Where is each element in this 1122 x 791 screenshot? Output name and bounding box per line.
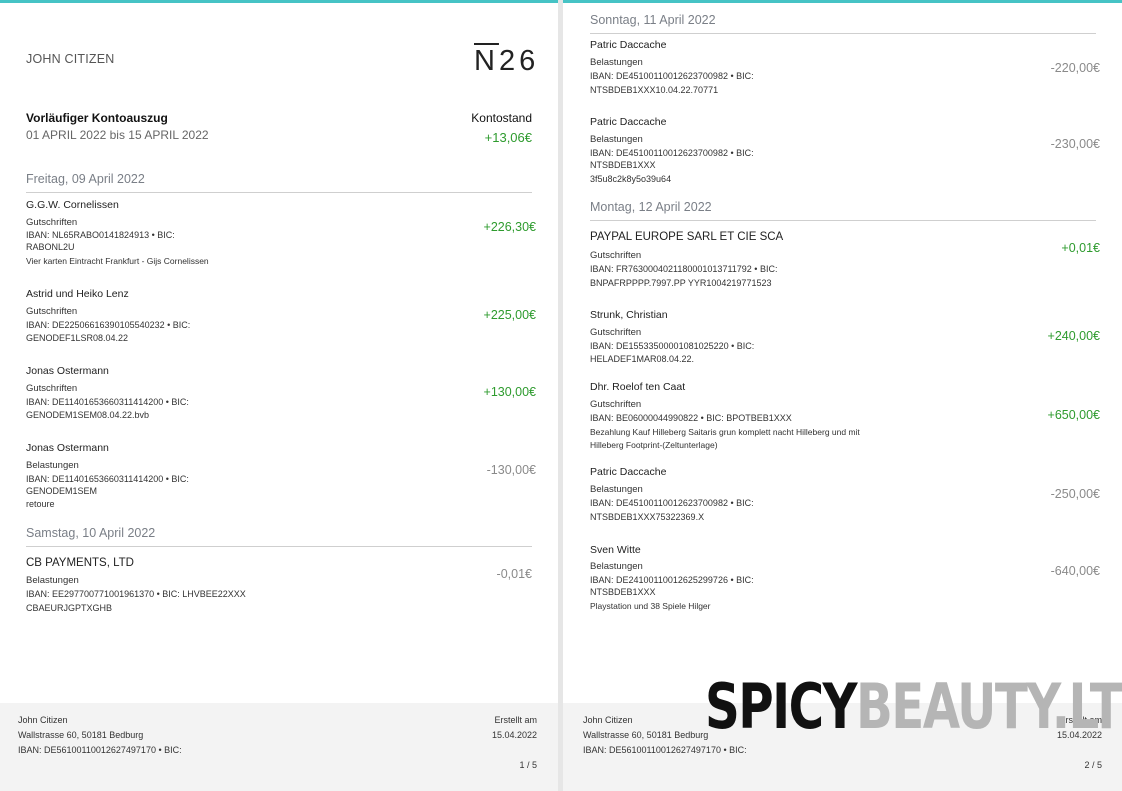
watermark-logo: SPICYBEAUTY.LT (705, 676, 1122, 738)
transaction-amount: +0,01€ (1061, 241, 1100, 255)
transaction-bic: NTSBDEB1XXX (590, 587, 656, 597)
transaction-bic: HELADEF1MAR08.04.22. (590, 354, 695, 364)
transaction-iban: IBAN: EE297700771001961370 • BIC: LHVBEE… (26, 589, 246, 599)
transaction-name: Jonas Ostermann (26, 442, 109, 454)
transaction-bic: GENODEM1SEM (26, 486, 98, 496)
transaction-type: Belastungen (590, 57, 643, 68)
day-header: Sonntag, 11 April 2022 (590, 13, 716, 27)
transaction-bic: NTSBDEB1XXX (590, 160, 656, 170)
transaction-type: Belastungen (26, 575, 79, 586)
transaction-bic: GENODEM1SEM08.04.22.bvb (26, 410, 150, 420)
footer-created-date: 15.04.2022 (491, 730, 537, 740)
transaction-type: Belastungen (26, 460, 79, 471)
transaction-type: Gutschriften (590, 250, 642, 261)
transaction-type: Gutschriften (26, 383, 78, 394)
transaction-name: Sven Witte (590, 544, 641, 556)
account-owner: JOHN CITIZEN (26, 52, 115, 66)
footer-name: John Citizen (18, 715, 68, 725)
day-header: Samstag, 10 April 2022 (26, 526, 156, 540)
transaction-iban: IBAN: DE11401653660311414200 • BIC: (26, 397, 189, 407)
transaction-bic: GENODEF1LSR08.04.22 (26, 333, 129, 343)
transaction-type: Belastungen (590, 134, 643, 145)
footer-iban: IBAN: DE56100110012627497170 • BIC: (583, 745, 747, 755)
day-header: Freitag, 09 April 2022 (26, 172, 145, 186)
transaction-type: Gutschriften (26, 217, 78, 228)
page-number: 1 / 5 (519, 760, 537, 770)
statement-page-1: JOHN CITIZEN N26 Vorläufiger Kontoauszug… (0, 0, 558, 791)
transaction-reference: 3f5u8c2k8y5o39u64 (590, 174, 672, 184)
transaction-bic: RABONL2U (26, 242, 75, 252)
footer-address: Wallstrasse 60, 50181 Bedburg (18, 730, 144, 740)
transaction-amount: +225,00€ (483, 308, 536, 322)
transaction-amount: +226,30€ (483, 220, 536, 234)
watermark-part-a: SPICY (705, 670, 858, 743)
transaction-amount: -250,00€ (1050, 487, 1100, 501)
transaction-name: Patric Daccache (590, 116, 667, 128)
transaction-bic: BNPAFRPPPP.7997.PP YYR1004219771523 (590, 278, 772, 288)
transaction-note: Hilleberg Footprint-(Zeltunterlage) (590, 440, 718, 450)
transaction-type: Gutschriften (26, 306, 78, 317)
transaction-iban: IBAN: DE24100110012625299726 • BIC: (590, 575, 754, 585)
footer-name: John Citizen (583, 715, 633, 725)
transaction-amount: -640,00€ (1050, 564, 1100, 578)
transaction-iban: IBAN: DE45100110012623700982 • BIC: (590, 498, 754, 508)
transaction-iban: IBAN: DE11401653660311414200 • BIC: (26, 474, 189, 484)
page-number: 2 / 5 (1084, 760, 1102, 770)
transaction-amount: -230,00€ (1050, 137, 1100, 151)
transaction-name: Dhr. Roelof ten Caat (590, 381, 686, 393)
transaction-name: CB PAYMENTS, LTD (26, 557, 134, 569)
statement-title: Vorläufiger Kontoauszug (26, 111, 168, 125)
transaction-amount: +130,00€ (483, 385, 536, 399)
statement-range: 01 APRIL 2022 bis 15 APRIL 2022 (26, 128, 209, 142)
transaction-name: Strunk, Christian (590, 309, 668, 321)
transaction-iban: IBAN: NL65RABO0141824913 • BIC: (26, 230, 175, 240)
transaction-amount: -220,00€ (1050, 61, 1100, 75)
transaction-name: Jonas Ostermann (26, 365, 109, 377)
transaction-name: PAYPAL EUROPE SARL ET CIE SCA (590, 231, 784, 243)
transaction-iban: IBAN: DE15533500001081025220 • BIC: (590, 341, 755, 351)
accent-bar (563, 0, 1122, 3)
day-divider (26, 546, 532, 547)
transaction-iban: IBAN: FR7630004021180001013711792 • BIC: (590, 264, 778, 274)
day-divider (590, 33, 1096, 34)
day-divider (590, 220, 1096, 221)
page-footer: John Citizen Wallstrasse 60, 50181 Bedbu… (0, 703, 558, 791)
transaction-iban: IBAN: DE22506616390105540232 • BIC: (26, 320, 191, 330)
accent-bar (0, 0, 558, 3)
transaction-type: Gutschriften (590, 399, 642, 410)
day-header: Montag, 12 April 2022 (590, 200, 712, 214)
footer-created-label: Erstellt am (494, 715, 537, 725)
transaction-name: G.G.W. Cornelissen (26, 199, 119, 211)
transaction-reference: retoure (26, 499, 55, 509)
transaction-amount: +240,00€ (1047, 329, 1100, 343)
transaction-name: Astrid und Heiko Lenz (26, 288, 129, 300)
transaction-type: Belastungen (590, 484, 643, 495)
transaction-note: Bezahlung Kauf Hilleberg Saitaris grun k… (590, 427, 860, 437)
transaction-amount: +650,00€ (1047, 408, 1100, 422)
transaction-iban: IBAN: DE45100110012623700982 • BIC: (590, 148, 754, 158)
transaction-bic: NTSBDEB1XXX10.04.22.70771 (590, 85, 719, 95)
transaction-amount: -130,00€ (486, 463, 536, 477)
balance-label: Kontostand (471, 111, 532, 125)
transaction-note: Vier karten Eintracht Frankfurt - Gijs C… (26, 256, 209, 266)
transaction-iban: IBAN: DE45100110012623700982 • BIC: (590, 71, 754, 81)
transaction-name: Patric Daccache (590, 39, 667, 51)
transaction-amount: -0,01€ (496, 567, 532, 581)
transaction-name: Patric Daccache (590, 466, 667, 478)
transaction-bic: NTSBDEB1XXX75322369.X (590, 512, 705, 522)
day-divider (26, 192, 532, 193)
footer-iban: IBAN: DE56100110012627497170 • BIC: (18, 745, 182, 755)
balance-value: +13,06€ (484, 130, 532, 145)
transaction-iban: IBAN: BE06000044990822 • BIC: BPOTBEB1XX… (590, 413, 792, 423)
transaction-type: Belastungen (590, 561, 643, 572)
n26-logo: N26 (474, 45, 540, 77)
transaction-bic: CBAEURJGPTXGHB (26, 603, 113, 613)
transaction-type: Gutschriften (590, 327, 642, 338)
transaction-note: Playstation und 38 Spiele Hilger (590, 601, 711, 611)
footer-address: Wallstrasse 60, 50181 Bedburg (583, 730, 709, 740)
watermark-part-b: BEAUTY.LT (855, 670, 1122, 743)
